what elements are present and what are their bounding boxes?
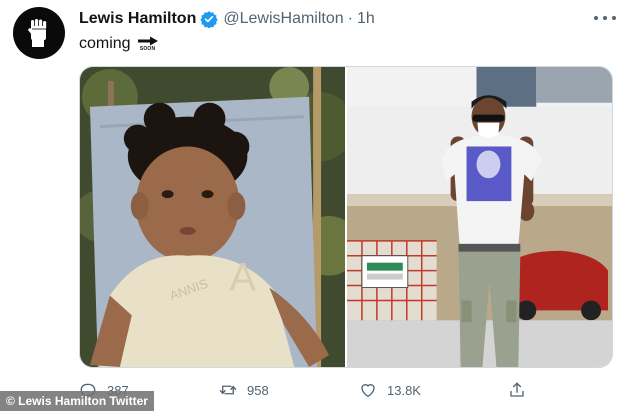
retweet-count: 958	[247, 382, 269, 398]
soon-arrow-icon: SOON	[137, 36, 159, 52]
photo-paddock[interactable]	[347, 67, 612, 367]
arrow-right-icon	[137, 36, 158, 46]
timestamp[interactable]: 1h	[357, 10, 375, 28]
like-button[interactable]: 13.8K	[359, 378, 421, 402]
user-handle[interactable]: @LewisHamilton	[223, 10, 343, 28]
tweet-text: coming SOON	[79, 35, 159, 53]
more-dot	[603, 16, 607, 20]
raised-fist-icon	[28, 19, 47, 47]
retweet-button[interactable]: 958	[219, 378, 269, 402]
photo-baby[interactable]: ANNIS A	[80, 67, 345, 367]
tweet-header: Lewis Hamilton @LewisHamilton · 1h	[79, 9, 610, 29]
baby-photo-image: ANNIS A	[80, 67, 345, 367]
soon-emoji-label: SOON	[139, 46, 156, 52]
display-name[interactable]: Lewis Hamilton	[79, 10, 196, 28]
share-icon	[510, 382, 524, 397]
verified-badge-icon	[200, 11, 219, 28]
media-grid: ANNIS A	[79, 66, 613, 368]
heart-icon	[361, 384, 375, 398]
separator-dot: ·	[347, 10, 353, 27]
more-options-icon[interactable]	[594, 10, 616, 26]
paddock-photo-image	[347, 67, 612, 367]
retweet-icon	[219, 385, 237, 395]
shirt-print-letter: A	[229, 256, 256, 300]
tweet: Lewis Hamilton @LewisHamilton · 1h comin…	[0, 0, 630, 411]
more-dot	[594, 16, 598, 20]
like-count: 13.8K	[387, 382, 421, 398]
more-dot	[612, 16, 616, 20]
avatar[interactable]	[13, 7, 65, 59]
share-button[interactable]	[508, 378, 536, 402]
image-credit: © Lewis Hamilton Twitter	[0, 391, 154, 411]
tweet-text-body: coming	[79, 35, 131, 52]
